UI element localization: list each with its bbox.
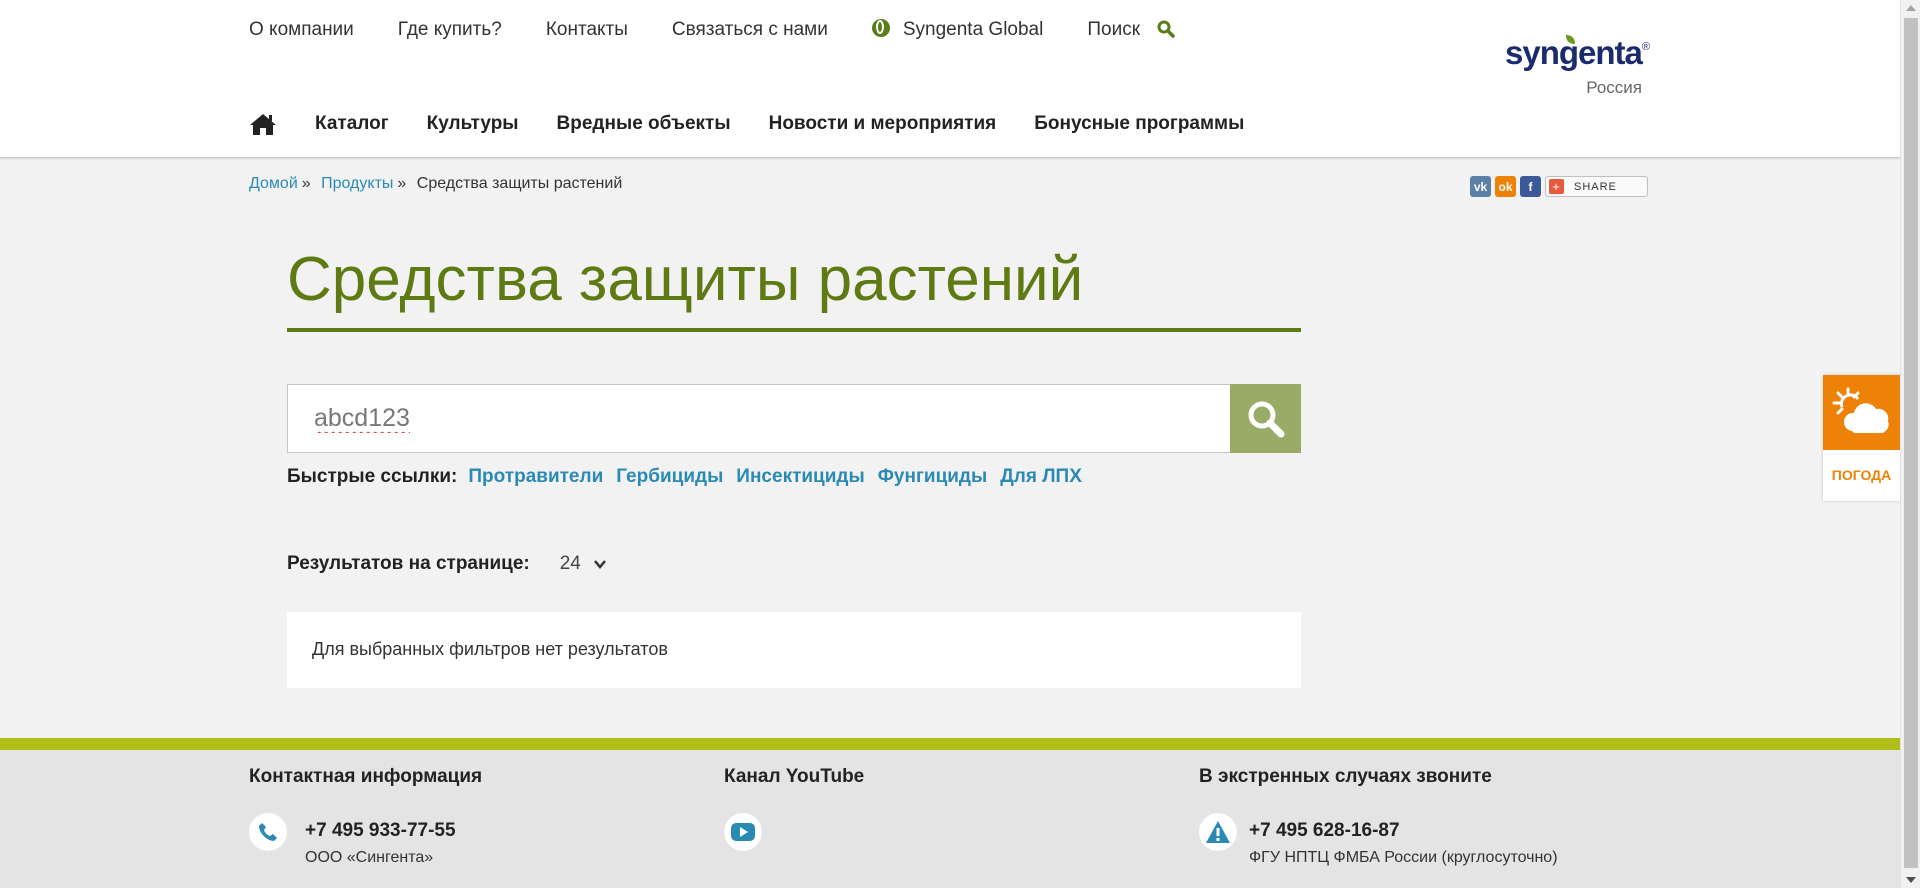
product-search-field [287,384,1231,453]
footer-emergency-org: ФГУ НПТЦ ФМБА России (круглосуточно) [1249,849,1558,866]
home-icon[interactable] [249,112,277,136]
topnav-global-link[interactable]: Syngenta Global [871,19,1044,41]
weather-tab[interactable]: ПОГОДА [1823,375,1900,501]
breadcrumb: Домой» Продукты» Средства защиты растени… [249,175,622,193]
quick-link-herbicides[interactable]: Гербициды [616,466,723,488]
footer-emergency-heading: В экстренных случаях звоните [1199,766,1492,787]
scroll-down-arrow-icon[interactable] [1906,877,1916,883]
topnav-search-link[interactable]: Поиск [1087,19,1176,41]
weather-label: ПОГОДА [1831,467,1892,483]
per-page-select[interactable]: 24 [530,553,607,575]
page-scrollbar[interactable] [1900,0,1920,888]
no-results-message: Для выбранных фильтров нет результатов [287,612,1301,688]
footer-contact-heading: Контактная информация [249,766,483,787]
per-page-label: Результатов на странице: [287,553,530,574]
quick-link-household[interactable]: Для ЛПХ [1000,466,1082,488]
site-footer: Контактная информация +7 495 933-77-55 О… [0,750,1900,888]
chevron-down-icon [593,560,606,569]
syngenta-logo[interactable]: syngenta® Россия [1505,34,1653,102]
share-button[interactable]: + SHARE [1545,176,1648,197]
mainnav-pests[interactable]: Вредные объекты [557,113,731,135]
footer-contact-column: Контактная информация +7 495 933-77-55 О… [249,766,483,866]
footer-emergency-phone[interactable]: +7 495 628-16-87 [1249,820,1400,842]
scroll-up-arrow-icon[interactable] [1906,5,1916,11]
vk-share-icon[interactable]: vk [1470,176,1491,197]
breadcrumb-products[interactable]: Продукты [321,175,393,192]
search-icon [1248,401,1284,437]
footer-youtube-column: Канал YouTube [724,766,865,851]
youtube-icon[interactable] [724,813,762,851]
footer-accent-bar [0,738,1900,750]
mainnav-bonus[interactable]: Бонусные программы [1034,113,1244,135]
quick-link-insecticides[interactable]: Инсектициды [736,466,864,488]
logo-country: Россия [1586,78,1642,97]
logo-registered-mark: ® [1641,41,1650,53]
share-widget: vk ok f + SHARE [1470,176,1648,197]
topnav-search-label: Поиск [1087,19,1141,40]
weather-sun-cloud-icon [1832,387,1889,433]
results-per-page: Результатов на странице: 24 [287,553,607,575]
quick-link-fungicides[interactable]: Фунгициды [878,466,988,488]
ok-share-icon[interactable]: ok [1495,176,1516,197]
topnav-contacts-link[interactable]: Контакты [546,19,628,41]
weather-icon-area [1823,375,1900,450]
main-navigation: Каталог Культуры Вредные объекты Новости… [249,112,1282,136]
quick-links-label: Быстрые ссылки: [287,466,458,487]
globe-icon [871,19,890,37]
mainnav-crops[interactable]: Культуры [427,113,519,135]
footer-youtube-heading: Канал YouTube [724,766,865,787]
product-search-input[interactable] [288,385,1230,452]
quick-links: Быстрые ссылки: Протравители Гербициды И… [287,466,1095,488]
per-page-value: 24 [559,553,581,574]
mainnav-news[interactable]: Новости и мероприятия [769,113,997,135]
footer-contact-phone[interactable]: +7 495 933-77-55 [305,820,456,842]
quick-link-treatments[interactable]: Протравители [468,466,603,488]
phone-icon [249,813,287,851]
breadcrumb-separator: » [301,175,311,192]
plus-icon: + [1549,179,1564,194]
page-title: Средства защиты растений [287,245,1084,314]
share-button-label: SHARE [1574,180,1617,193]
footer-contact-company: ООО «Сингента» [305,849,434,866]
breadcrumb-home[interactable]: Домой [249,175,298,192]
breadcrumb-separator: » [397,175,407,192]
scrollbar-thumb[interactable] [1904,18,1918,868]
breadcrumb-current: Средства защиты растений [416,175,623,192]
top-navigation: О компании Где купить? Контакты Связатьс… [249,19,1219,41]
search-icon [1157,20,1176,38]
title-divider [287,328,1301,332]
topnav-contact-us-link[interactable]: Связаться с нами [672,19,828,41]
topnav-where-buy-link[interactable]: Где купить? [398,19,502,41]
warning-icon [1199,813,1237,851]
site-header: О компании Где купить? Контакты Связатьс… [0,0,1900,158]
topnav-global-label: Syngenta Global [902,19,1044,40]
topnav-about-link[interactable]: О компании [249,19,354,41]
search-submit-button[interactable] [1230,384,1301,453]
mainnav-catalog[interactable]: Каталог [315,113,389,135]
facebook-share-icon[interactable]: f [1520,176,1541,197]
footer-emergency-column: В экстренных случаях звоните +7 495 628-… [1199,766,1558,866]
